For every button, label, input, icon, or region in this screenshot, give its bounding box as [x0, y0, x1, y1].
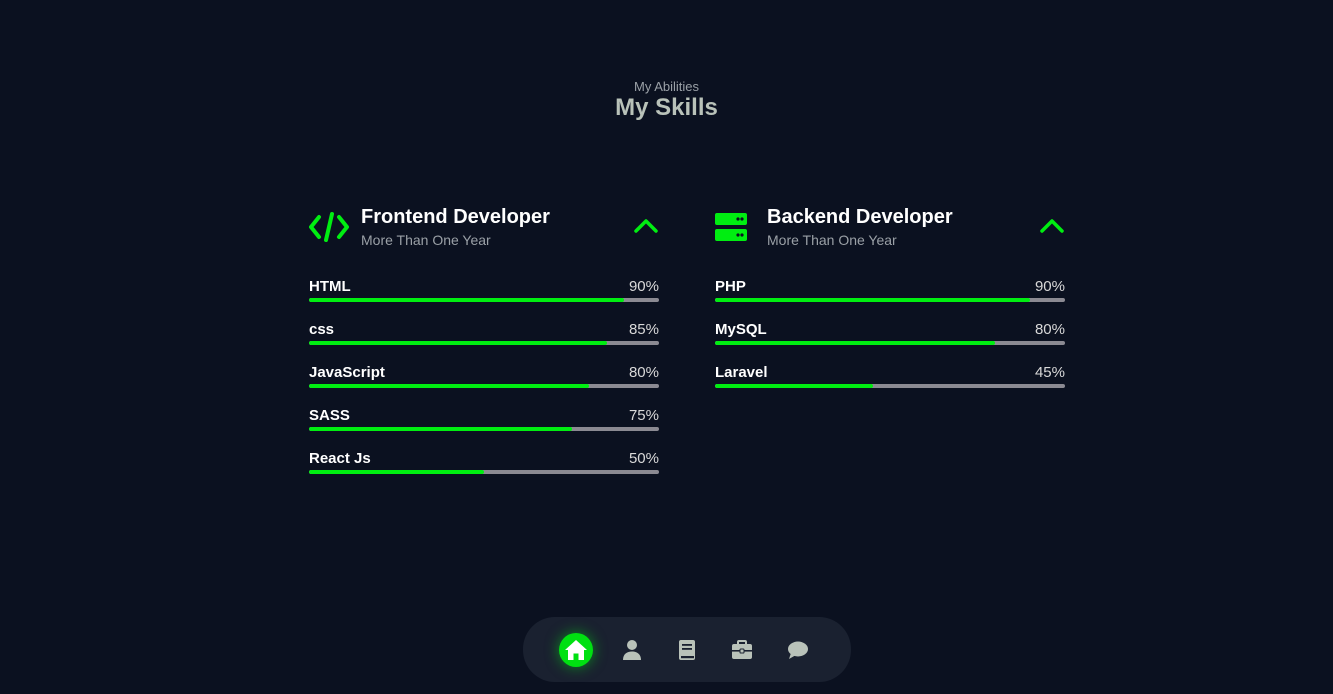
nav-contact[interactable]	[781, 633, 815, 667]
skill-item: React Js 50%	[309, 450, 659, 493]
skill-name: HTML	[309, 278, 351, 295]
chevron-up-icon[interactable]	[1039, 217, 1065, 235]
skill-progress-bar	[309, 427, 659, 431]
skill-progress-bar	[715, 341, 1065, 345]
skill-progress-fill	[715, 298, 1030, 302]
backend-title: Backend Developer	[767, 206, 953, 228]
backend-panel-header[interactable]: Backend Developer More Than One Year	[715, 205, 1065, 265]
chat-icon	[787, 640, 809, 660]
skill-progress-fill	[309, 298, 624, 302]
briefcase-icon	[731, 640, 753, 660]
skill-name: SASS	[309, 407, 350, 424]
skill-item: Laravel 45%	[715, 364, 1065, 407]
skill-progress-bar	[715, 384, 1065, 388]
skill-item: JavaScript 80%	[309, 364, 659, 407]
backend-panel: Backend Developer More Than One Year PHP…	[715, 205, 1065, 407]
frontend-skill-list: HTML 90% css 85% JavaScript 80% SASS 75%…	[309, 278, 659, 493]
skill-name: PHP	[715, 278, 746, 295]
skill-name: JavaScript	[309, 364, 385, 381]
skill-item: HTML 90%	[309, 278, 659, 321]
backend-subtitle: More Than One Year	[767, 232, 897, 248]
skill-progress-fill	[309, 470, 484, 474]
skill-percent: 45%	[1034, 364, 1065, 381]
skill-percent: 80%	[1034, 321, 1065, 338]
skill-name: Laravel	[715, 364, 768, 381]
frontend-title: Frontend Developer	[361, 206, 550, 228]
skill-percent: 80%	[628, 364, 659, 381]
skill-progress-fill	[309, 384, 589, 388]
skill-name: React Js	[309, 450, 371, 467]
skill-item: css 85%	[309, 321, 659, 364]
backend-skill-list: PHP 90% MySQL 80% Laravel 45%	[715, 278, 1065, 407]
skill-percent: 90%	[1034, 278, 1065, 295]
nav-portfolio[interactable]	[725, 633, 759, 667]
skill-percent: 50%	[628, 450, 659, 467]
book-icon	[678, 639, 696, 661]
nav-home[interactable]	[559, 633, 593, 667]
skill-percent: 90%	[628, 278, 659, 295]
code-icon	[309, 211, 349, 243]
skill-progress-bar	[309, 384, 659, 388]
skill-percent: 75%	[628, 407, 659, 424]
frontend-header-text: Frontend Developer More Than One Year	[361, 205, 550, 249]
skill-percent: 85%	[628, 321, 659, 338]
skill-name: css	[309, 321, 335, 338]
skill-progress-bar	[309, 341, 659, 345]
skill-item: PHP 90%	[715, 278, 1065, 321]
frontend-panel: Frontend Developer More Than One Year HT…	[309, 205, 659, 493]
user-icon	[622, 639, 642, 661]
skill-progress-fill	[715, 341, 995, 345]
bottom-nav	[523, 617, 851, 682]
server-icon	[715, 211, 755, 243]
section-header: My Abilities My Skills	[0, 80, 1333, 122]
nav-about[interactable]	[615, 633, 649, 667]
home-icon	[564, 639, 588, 661]
skill-progress-bar	[309, 470, 659, 474]
skill-progress-bar	[715, 298, 1065, 302]
skill-progress-fill	[309, 341, 607, 345]
skill-item: MySQL 80%	[715, 321, 1065, 364]
frontend-subtitle: More Than One Year	[361, 232, 491, 248]
skill-progress-fill	[715, 384, 873, 388]
skill-progress-bar	[309, 298, 659, 302]
skill-name: MySQL	[715, 321, 767, 338]
section-subtitle: My Abilities	[633, 79, 700, 94]
skills-page: My Abilities My Skills Frontend Develope…	[0, 0, 1333, 694]
section-title: My Skills	[615, 94, 718, 121]
chevron-up-icon[interactable]	[633, 217, 659, 235]
nav-resume[interactable]	[670, 633, 704, 667]
skill-progress-fill	[309, 427, 572, 431]
backend-header-text: Backend Developer More Than One Year	[767, 205, 953, 249]
skill-item: SASS 75%	[309, 407, 659, 450]
frontend-panel-header[interactable]: Frontend Developer More Than One Year	[309, 205, 659, 265]
